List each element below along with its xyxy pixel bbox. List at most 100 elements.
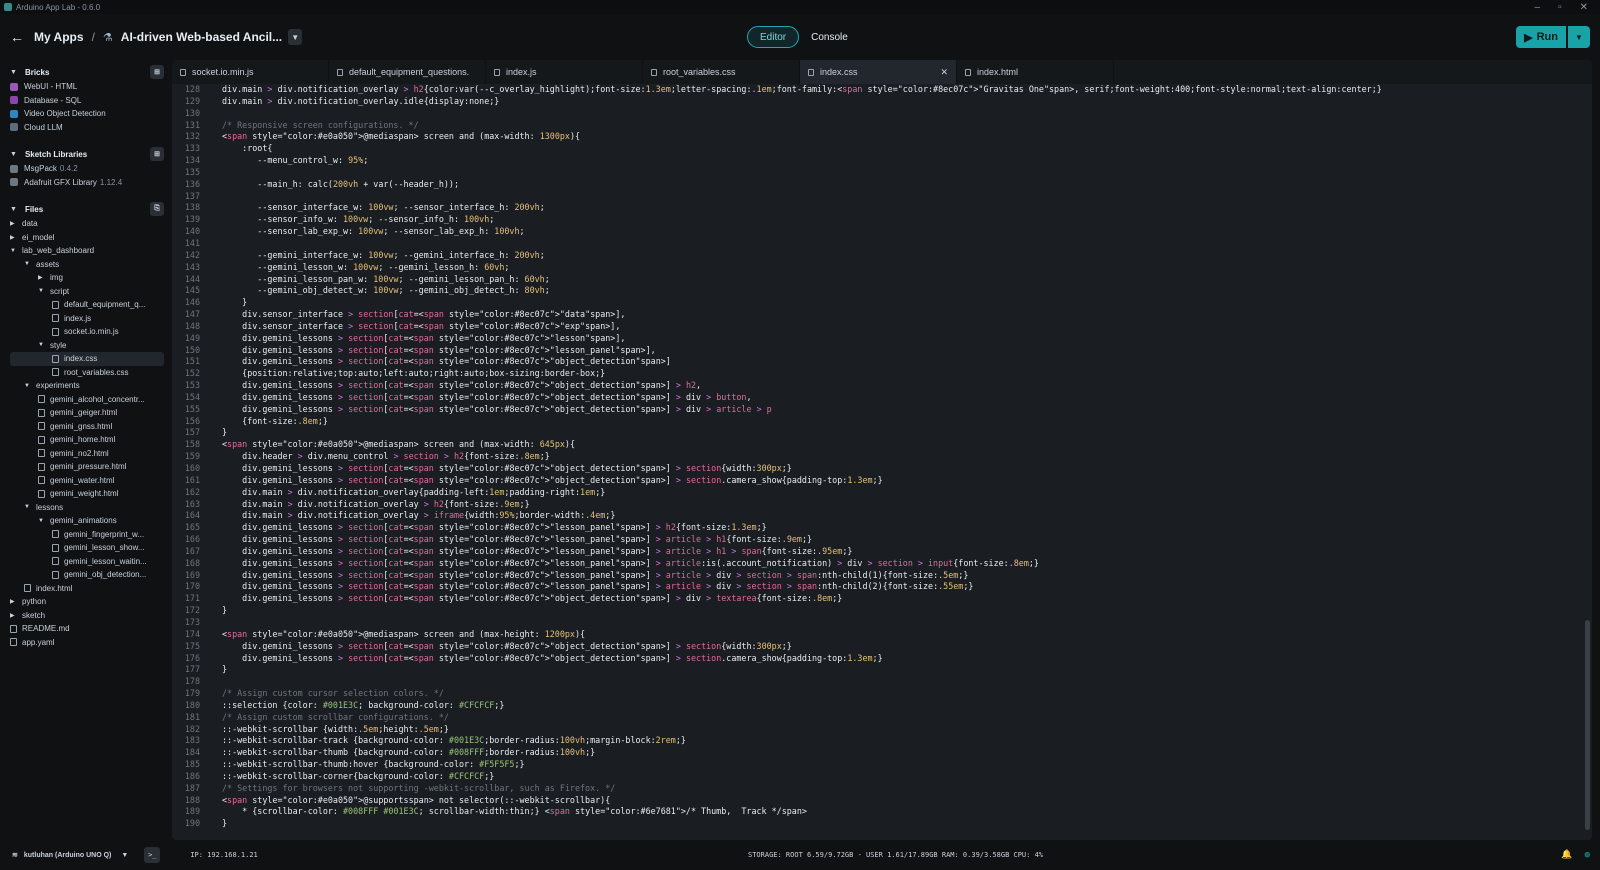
editor-tab-index-js[interactable]: index.js: [486, 60, 643, 84]
maximize-icon[interactable]: ▫: [1558, 2, 1562, 13]
editor-tab-default-equipment-questions-[interactable]: default_equipment_questions.: [329, 60, 486, 84]
code-line[interactable]: 175 div.gemini_lessons > section[cat=<sp…: [172, 641, 1580, 653]
file-item[interactable]: gemini_weight.html: [10, 487, 164, 501]
code-line[interactable]: 161 div.gemini_lessons > section[cat=<sp…: [172, 475, 1580, 487]
code-line[interactable]: 160 div.gemini_lessons > section[cat=<sp…: [172, 463, 1580, 475]
code-line[interactable]: 148 div.sensor_interface > section[cat=<…: [172, 321, 1580, 333]
code-line[interactable]: 158 <span style="color:#e0a050">@mediaspa…: [172, 439, 1580, 451]
brick-item[interactable]: Video Object Detection: [10, 107, 164, 121]
brick-item[interactable]: WebUI - HTML: [10, 80, 164, 94]
files-section-header[interactable]: ▼ Files ⎘: [10, 201, 164, 217]
add-library-button[interactable]: ⊞: [150, 147, 164, 161]
brick-item[interactable]: Database - SQL: [10, 94, 164, 108]
editor-tab[interactable]: Editor: [747, 26, 800, 48]
run-options-dropdown[interactable]: ▼: [1568, 26, 1590, 48]
add-file-button[interactable]: ⎘: [150, 202, 164, 216]
code-line[interactable]: 149 div.gemini_lessons > section[cat=<sp…: [172, 333, 1580, 345]
code-line[interactable]: 131 /* Responsive screen configurations. …: [172, 120, 1580, 132]
code-line[interactable]: 142 --gemini_interface_w: 100vw; --gemin…: [172, 250, 1580, 262]
code-line[interactable]: 165 div.gemini_lessons > section[cat=<sp…: [172, 522, 1580, 534]
code-line[interactable]: 154 div.gemini_lessons > section[cat=<sp…: [172, 392, 1580, 404]
code-line[interactable]: 135: [172, 167, 1580, 179]
code-line[interactable]: 174 <span style="color:#e0a050">@mediaspa…: [172, 629, 1580, 641]
code-line[interactable]: 136 --main_h: calc(200vh + var(--header_…: [172, 179, 1580, 191]
code-area[interactable]: 128 div.main > div.notification_overlay >…: [172, 84, 1580, 840]
code-line[interactable]: 141: [172, 238, 1580, 250]
vertical-scrollbar[interactable]: [1585, 620, 1590, 830]
code-line[interactable]: 178: [172, 676, 1580, 688]
code-line[interactable]: 145 --gemini_obj_detect_w: 100vw; --gemi…: [172, 285, 1580, 297]
folder-item[interactable]: ▶ img: [10, 271, 164, 285]
file-item[interactable]: gemini_gnss.html: [10, 420, 164, 434]
library-item[interactable]: MsgPack 0.4.2: [10, 162, 164, 176]
code-line[interactable]: 170 div.gemini_lessons > section[cat=<sp…: [172, 581, 1580, 593]
code-line[interactable]: 133 :root{: [172, 143, 1580, 155]
file-item[interactable]: root_variables.css: [10, 366, 164, 380]
folder-item[interactable]: ▼ style: [10, 339, 164, 353]
code-line[interactable]: 150 div.gemini_lessons > section[cat=<sp…: [172, 345, 1580, 357]
brick-item[interactable]: Cloud LLM: [10, 121, 164, 135]
board-selector[interactable]: ≋ kutluhan (Arduino UNO Q) ▼: [12, 851, 128, 860]
libraries-section-header[interactable]: ▼ Sketch Libraries ⊞: [10, 146, 164, 162]
back-arrow-icon[interactable]: ←: [10, 29, 24, 45]
code-line[interactable]: 140 --sensor_lab_exp_w: 100vw; --sensor_…: [172, 226, 1580, 238]
file-item[interactable]: gemini_alcohol_concentr...: [10, 393, 164, 407]
code-line[interactable]: 153 div.gemini_lessons > section[cat=<sp…: [172, 380, 1580, 392]
code-line[interactable]: 164 div.main > div.notification_overlay …: [172, 510, 1580, 522]
code-line[interactable]: 156 {font-size:.8em;}: [172, 416, 1580, 428]
editor-tab-index-css[interactable]: index.css ✕: [800, 60, 957, 84]
code-line[interactable]: 182::-webkit-scrollbar {width:.5em;heigh…: [172, 724, 1580, 736]
bell-icon[interactable]: 🔔: [1561, 850, 1572, 860]
app-menu-dropdown[interactable]: ▼: [288, 29, 303, 45]
run-button[interactable]: ▶ Run: [1516, 26, 1566, 48]
editor-tab-index-html[interactable]: index.html: [957, 60, 1114, 84]
code-line[interactable]: 171 div.gemini_lessons > section[cat=<sp…: [172, 593, 1580, 605]
file-item[interactable]: index.css: [10, 352, 164, 366]
code-line[interactable]: 183::-webkit-scrollbar-track {background…: [172, 735, 1580, 747]
code-line[interactable]: 155 div.gemini_lessons > section[cat=<sp…: [172, 404, 1580, 416]
file-item[interactable]: gemini_pressure.html: [10, 460, 164, 474]
code-line[interactable]: 151 div.gemini_lessons > section[cat=<sp…: [172, 356, 1580, 368]
code-line[interactable]: 188 <span style="color:#e0a050">@supports…: [172, 795, 1580, 807]
folder-item[interactable]: ▶ data: [10, 217, 164, 231]
code-line[interactable]: 187 /* Settings for browsers not supporti…: [172, 783, 1580, 795]
code-line[interactable]: 139 --sensor_info_w: 100vw; --sensor_inf…: [172, 214, 1580, 226]
code-line[interactable]: 167 div.gemini_lessons > section[cat=<sp…: [172, 546, 1580, 558]
code-line[interactable]: 147 div.sensor_interface > section[cat=<…: [172, 309, 1580, 321]
code-line[interactable]: 162 div.main > div.notification_overlay{…: [172, 487, 1580, 499]
code-line[interactable]: 130: [172, 108, 1580, 120]
terminal-button[interactable]: >_: [144, 847, 161, 863]
code-line[interactable]: 180::selection {color: #001E3C; backgrou…: [172, 700, 1580, 712]
folder-item[interactable]: ▼ gemini_animations: [10, 514, 164, 528]
code-line[interactable]: 159 div.header > div.menu_control > sect…: [172, 451, 1580, 463]
folder-item[interactable]: ▼ script: [10, 285, 164, 299]
folder-item[interactable]: ▼ experiments: [10, 379, 164, 393]
code-line[interactable]: 128 div.main > div.notification_overlay >…: [172, 84, 1580, 96]
file-item[interactable]: gemini_geiger.html: [10, 406, 164, 420]
code-line[interactable]: 166 div.gemini_lessons > section[cat=<sp…: [172, 534, 1580, 546]
code-line[interactable]: 184::-webkit-scrollbar-thumb {background…: [172, 747, 1580, 759]
code-line[interactable]: 138 --sensor_interface_w: 100vw; --senso…: [172, 202, 1580, 214]
file-item[interactable]: gemini_lesson_waitin...: [10, 555, 164, 569]
file-item[interactable]: gemini_no2.html: [10, 447, 164, 461]
file-item[interactable]: gemini_lesson_show...: [10, 541, 164, 555]
library-item[interactable]: Adafruit GFX Library 1.12.4: [10, 176, 164, 190]
code-line[interactable]: 189 * {scrollbar-color: #008FFF #001E3C;…: [172, 806, 1580, 818]
close-window-icon[interactable]: ✕: [1580, 2, 1588, 13]
code-line[interactable]: 152 {position:relative;top:auto;left:aut…: [172, 368, 1580, 380]
code-line[interactable]: 173: [172, 617, 1580, 629]
code-line[interactable]: 168 div.gemini_lessons > section[cat=<sp…: [172, 558, 1580, 570]
file-item[interactable]: index.html: [10, 582, 164, 596]
code-line[interactable]: 179 /* Assign custom cursor selection col…: [172, 688, 1580, 700]
code-line[interactable]: 144 --gemini_lesson_pan_w: 100vw; --gemi…: [172, 274, 1580, 286]
code-line[interactable]: 172}: [172, 605, 1580, 617]
file-item[interactable]: gemini_obj_detection...: [10, 568, 164, 582]
file-item[interactable]: gemini_fingerprint_w...: [10, 528, 164, 542]
my-apps-link[interactable]: My Apps: [34, 30, 84, 44]
folder-item[interactable]: ▼ lessons: [10, 501, 164, 515]
bricks-section-header[interactable]: ▼ Bricks ⊞: [10, 64, 164, 80]
code-line[interactable]: 169 div.gemini_lessons > section[cat=<sp…: [172, 570, 1580, 582]
code-line[interactable]: 157}: [172, 427, 1580, 439]
close-tab-icon[interactable]: ✕: [940, 67, 948, 78]
code-line[interactable]: 176 div.gemini_lessons > section[cat=<sp…: [172, 653, 1580, 665]
